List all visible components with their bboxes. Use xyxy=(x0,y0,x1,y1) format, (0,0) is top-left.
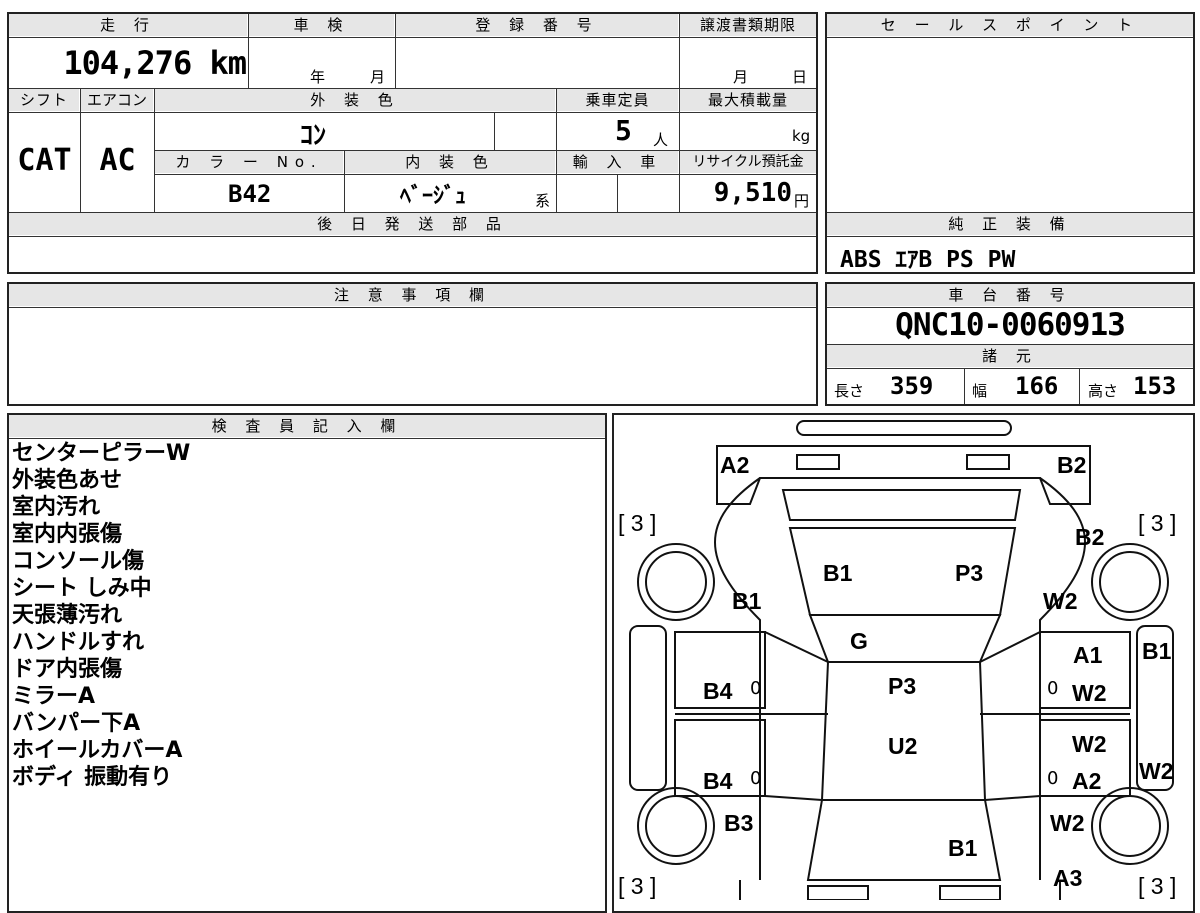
chassis-value: QNC10-0060913 xyxy=(895,307,1126,343)
shift-label: シフト xyxy=(9,89,79,111)
zero-mark: 0 xyxy=(750,768,762,789)
equipment-label: 純 正 装 備 xyxy=(827,213,1193,235)
registration-label: 登 録 番 号 xyxy=(396,14,678,36)
note-item: バンパー下A xyxy=(12,711,141,736)
inspection-label: 車 検 xyxy=(249,14,394,36)
capacity-value: 5 xyxy=(615,114,632,147)
interior-color-unit: 系 xyxy=(535,192,551,210)
note-item: 室内内張傷 xyxy=(12,522,123,547)
mileage-label: 走 行 xyxy=(9,14,247,36)
length-value: 359 xyxy=(890,372,934,400)
damage-mark: B3 xyxy=(724,810,754,836)
note-item: ハンドルすれ xyxy=(12,630,145,655)
damage-mark: W2 xyxy=(1072,680,1107,706)
capacity-label: 乗車定員 xyxy=(557,89,678,111)
damage-mark: P3 xyxy=(955,560,984,586)
note-item: シート しみ中 xyxy=(12,576,152,601)
car-diagram xyxy=(629,420,1174,900)
damage-mark: A2 xyxy=(1072,768,1102,794)
recycle-unit: 円 xyxy=(794,192,810,210)
width-value: 166 xyxy=(1015,372,1059,400)
mileage-value: 104,276 km xyxy=(63,44,247,82)
caution-label: 注 意 事 項 欄 xyxy=(9,284,816,306)
damage-mark: G xyxy=(850,628,868,654)
damage-mark: W2 xyxy=(1043,588,1078,614)
inspection-year-unit: 年 xyxy=(310,68,326,86)
color-no-label: カ ラ ー No. xyxy=(155,151,343,173)
note-item: ミラーA xyxy=(12,684,96,709)
tire-tread-mark: [ 3 ] xyxy=(1138,510,1177,536)
sales-point-label: セ ー ル ス ポ イ ン ト xyxy=(827,14,1193,36)
inspector-notes: センターピラーW 外装色あせ 室内汚れ 室内内張傷 コンソール傷 シート しみ中… xyxy=(12,440,190,791)
aircon-label: エアコン xyxy=(81,89,153,111)
exterior-color-label: 外 装 色 xyxy=(155,89,555,111)
import-label: 輸 入 車 xyxy=(557,151,678,173)
note-item: 室内汚れ xyxy=(12,495,101,520)
zero-mark: 0 xyxy=(1047,678,1059,699)
exterior-color-value: ｺﾝ xyxy=(300,121,327,151)
note-item: 外装色あせ xyxy=(12,468,123,493)
transfer-label: 譲渡書類期限 xyxy=(680,14,816,36)
tire-tread-mark: [ 3 ] xyxy=(618,873,657,899)
max-load-label: 最大積載量 xyxy=(680,89,816,111)
recycle-label: リサイクル預託金 xyxy=(680,151,816,173)
damage-mark: W2 xyxy=(1139,758,1174,784)
inspection-month-unit: 月 xyxy=(370,68,386,86)
damage-mark: B2 xyxy=(1057,452,1087,478)
damage-mark: B1 xyxy=(732,588,762,614)
height-label: 高さ xyxy=(1088,382,1119,400)
damage-mark: B1 xyxy=(1142,638,1172,664)
damage-mark: W2 xyxy=(1050,810,1085,836)
color-no-value: B42 xyxy=(228,180,272,208)
damage-mark: A3 xyxy=(1053,865,1083,891)
damage-mark: B4 xyxy=(703,678,733,704)
note-item: ボディ 振動有り xyxy=(12,765,173,790)
interior-color-label: 内 装 色 xyxy=(345,151,555,173)
chassis-label: 車 台 番 号 xyxy=(827,284,1193,306)
note-item: ホイールカバーA xyxy=(12,738,183,763)
damage-mark: B1 xyxy=(948,835,978,861)
transfer-month-unit: 月 xyxy=(733,68,749,86)
note-item: ドア内張傷 xyxy=(12,657,123,682)
height-value: 153 xyxy=(1133,372,1177,400)
capacity-unit: 人 xyxy=(653,131,669,149)
zero-mark: 0 xyxy=(750,678,762,699)
specs-label: 諸 元 xyxy=(827,345,1193,367)
max-load-unit: kg xyxy=(792,127,811,145)
damage-mark: A1 xyxy=(1073,642,1103,668)
later-parts-label: 後 日 発 送 部 品 xyxy=(9,213,816,235)
damage-mark: B4 xyxy=(703,768,733,794)
zero-mark: 0 xyxy=(1047,768,1059,789)
width-label: 幅 xyxy=(972,382,988,400)
damage-mark: P3 xyxy=(888,673,917,699)
aircon-value: AC xyxy=(99,143,136,178)
transfer-day-unit: 日 xyxy=(792,68,808,86)
inspector-label: 検 査 員 記 入 欄 xyxy=(9,415,605,437)
note-item: コンソール傷 xyxy=(12,549,145,574)
recycle-value: 9,510 xyxy=(713,178,792,208)
length-label: 長さ xyxy=(834,382,865,400)
tire-tread-mark: [ 3 ] xyxy=(618,510,657,536)
damage-mark: A2 xyxy=(720,452,750,478)
note-item: センターピラーW xyxy=(12,441,191,466)
damage-mark: U2 xyxy=(888,733,918,759)
equipment-value: ABS ｴｱB PS PW xyxy=(840,247,1016,273)
tire-tread-mark: [ 3 ] xyxy=(1138,873,1177,899)
damage-mark: W2 xyxy=(1072,731,1107,757)
interior-color-value: ﾍﾞｰｼﾞｭ xyxy=(400,184,467,209)
damage-mark: B2 xyxy=(1075,524,1105,550)
shift-value: CAT xyxy=(17,143,72,178)
note-item: 天張薄汚れ xyxy=(12,603,123,628)
damage-mark: B1 xyxy=(823,560,853,586)
